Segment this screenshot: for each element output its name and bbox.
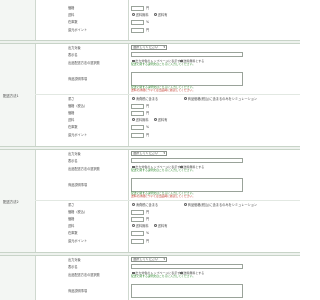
price-label: 価格 — [68, 6, 75, 10]
section-separator — [0, 252, 300, 256]
group-title: 配送方法2 — [3, 200, 19, 204]
section-separator — [0, 146, 300, 150]
shipping-label: 送料 — [68, 118, 75, 122]
points-input[interactable] — [131, 28, 144, 33]
stock-label: 在庫数 — [68, 125, 78, 129]
row-divider — [35, 200, 300, 201]
target-select[interactable]: 選択してください — [131, 257, 167, 262]
shipping-fee-radio[interactable]: 送料有 — [154, 224, 167, 228]
price-unit: 円 — [146, 111, 150, 115]
price-label: 価格 — [68, 111, 75, 115]
price-input[interactable] — [131, 111, 144, 116]
shipping-label: 送料 — [68, 13, 75, 17]
price-tax-unit: 円 — [146, 210, 150, 214]
points-input[interactable] — [131, 133, 144, 138]
label-column — [0, 0, 35, 40]
points-label: 還元ポイント — [68, 239, 88, 243]
points-label: 還元ポイント — [68, 133, 88, 137]
stock-input[interactable] — [131, 231, 144, 236]
desc-label: 商品説明事項 — [68, 289, 88, 293]
shipping-free-radio[interactable]: 送料無料 — [132, 224, 149, 228]
group-title: 配送方法1 — [3, 94, 19, 98]
price-tax-unit: 円 — [146, 104, 150, 108]
price-tax-label: 価格（税込） — [68, 210, 88, 214]
section-separator — [0, 40, 300, 44]
shipping-label: 送料 — [68, 224, 75, 228]
points-unit: 円 — [146, 239, 150, 243]
stock-label: 在庫数 — [68, 20, 78, 24]
stock-unit: % — [146, 231, 150, 235]
stock-input[interactable] — [131, 125, 144, 130]
options-label: 出品配送方法の選択肢 — [68, 167, 100, 171]
stock-input[interactable] — [131, 20, 144, 25]
apply-radio[interactable]: 消費税に含まる — [132, 203, 158, 207]
options-note: 配送に関する説明文はこちらに入力してください。 — [131, 274, 196, 278]
price-tax-input[interactable] — [131, 210, 144, 215]
apply-radio[interactable]: 消費税に含まる — [132, 97, 158, 101]
shipping-free-radio[interactable]: 送料無料 — [132, 13, 149, 17]
target-select[interactable]: 選択してください — [131, 151, 167, 156]
options-note: 配送に関する説明文はこちらに入力してください。 — [131, 168, 196, 172]
shipping-free-radio[interactable]: 送料無料 — [132, 118, 149, 122]
weight-label: 重さ — [68, 97, 75, 101]
target-label: 出力対象 — [68, 152, 81, 156]
desc-label: 商品説明事項 — [68, 77, 88, 81]
price-unit: 円 — [146, 217, 150, 221]
desc-note: 配送に関する説明文はこちらに入力してください。 送料の詳細については出品時に確認し… — [131, 191, 196, 199]
stock-unit: % — [146, 20, 150, 24]
display-name-input[interactable] — [131, 52, 243, 57]
price-label: 価格 — [68, 217, 75, 221]
desc-textarea[interactable] — [131, 284, 243, 298]
points-input[interactable] — [131, 239, 144, 244]
display-name-input[interactable] — [131, 158, 243, 163]
group-label-column — [0, 256, 35, 300]
desc-label: 商品説明事項 — [68, 183, 88, 187]
desc-textarea[interactable] — [131, 178, 243, 192]
display-name-input[interactable] — [131, 264, 243, 269]
display-name-label: 表示名 — [68, 53, 78, 57]
desc-textarea[interactable] — [131, 72, 243, 86]
options-label: 出品配送方法の選択肢 — [68, 61, 100, 65]
no-apply-radio[interactable]: 商品価格(税込)に含まるのみをシミュレーション — [184, 203, 257, 207]
display-name-label: 表示名 — [68, 159, 78, 163]
points-label: 還元ポイント — [68, 28, 88, 32]
desc-note: 配送に関する説明文はこちらに入力してください。 送料の詳細については出品時に確認し… — [131, 85, 196, 93]
shipping-fee-radio[interactable]: 送料有 — [154, 118, 167, 122]
price-unit: 円 — [146, 6, 150, 10]
price-tax-input[interactable] — [131, 104, 144, 109]
display-name-label: 表示名 — [68, 265, 78, 269]
price-input[interactable] — [131, 6, 144, 11]
target-select[interactable]: 選択してください — [131, 45, 167, 50]
target-label: 出力対象 — [68, 46, 81, 50]
row-divider — [35, 94, 300, 95]
weight-label: 重さ — [68, 203, 75, 207]
price-input[interactable] — [131, 217, 144, 222]
points-unit: 円 — [146, 133, 150, 137]
price-tax-label: 価格（税込） — [68, 104, 88, 108]
options-label: 出品配送方法の選択肢 — [68, 273, 100, 277]
options-note: 配送に関する説明文はこちらに入力してください。 — [131, 62, 196, 66]
stock-label: 在庫数 — [68, 231, 78, 235]
target-label: 出力対象 — [68, 258, 81, 262]
shipping-fee-radio[interactable]: 送料有 — [154, 13, 167, 17]
points-unit: 円 — [146, 28, 150, 32]
stock-unit: % — [146, 125, 150, 129]
no-apply-radio[interactable]: 商品価格(税込)に含まるのみをシミュレーション — [184, 97, 257, 101]
